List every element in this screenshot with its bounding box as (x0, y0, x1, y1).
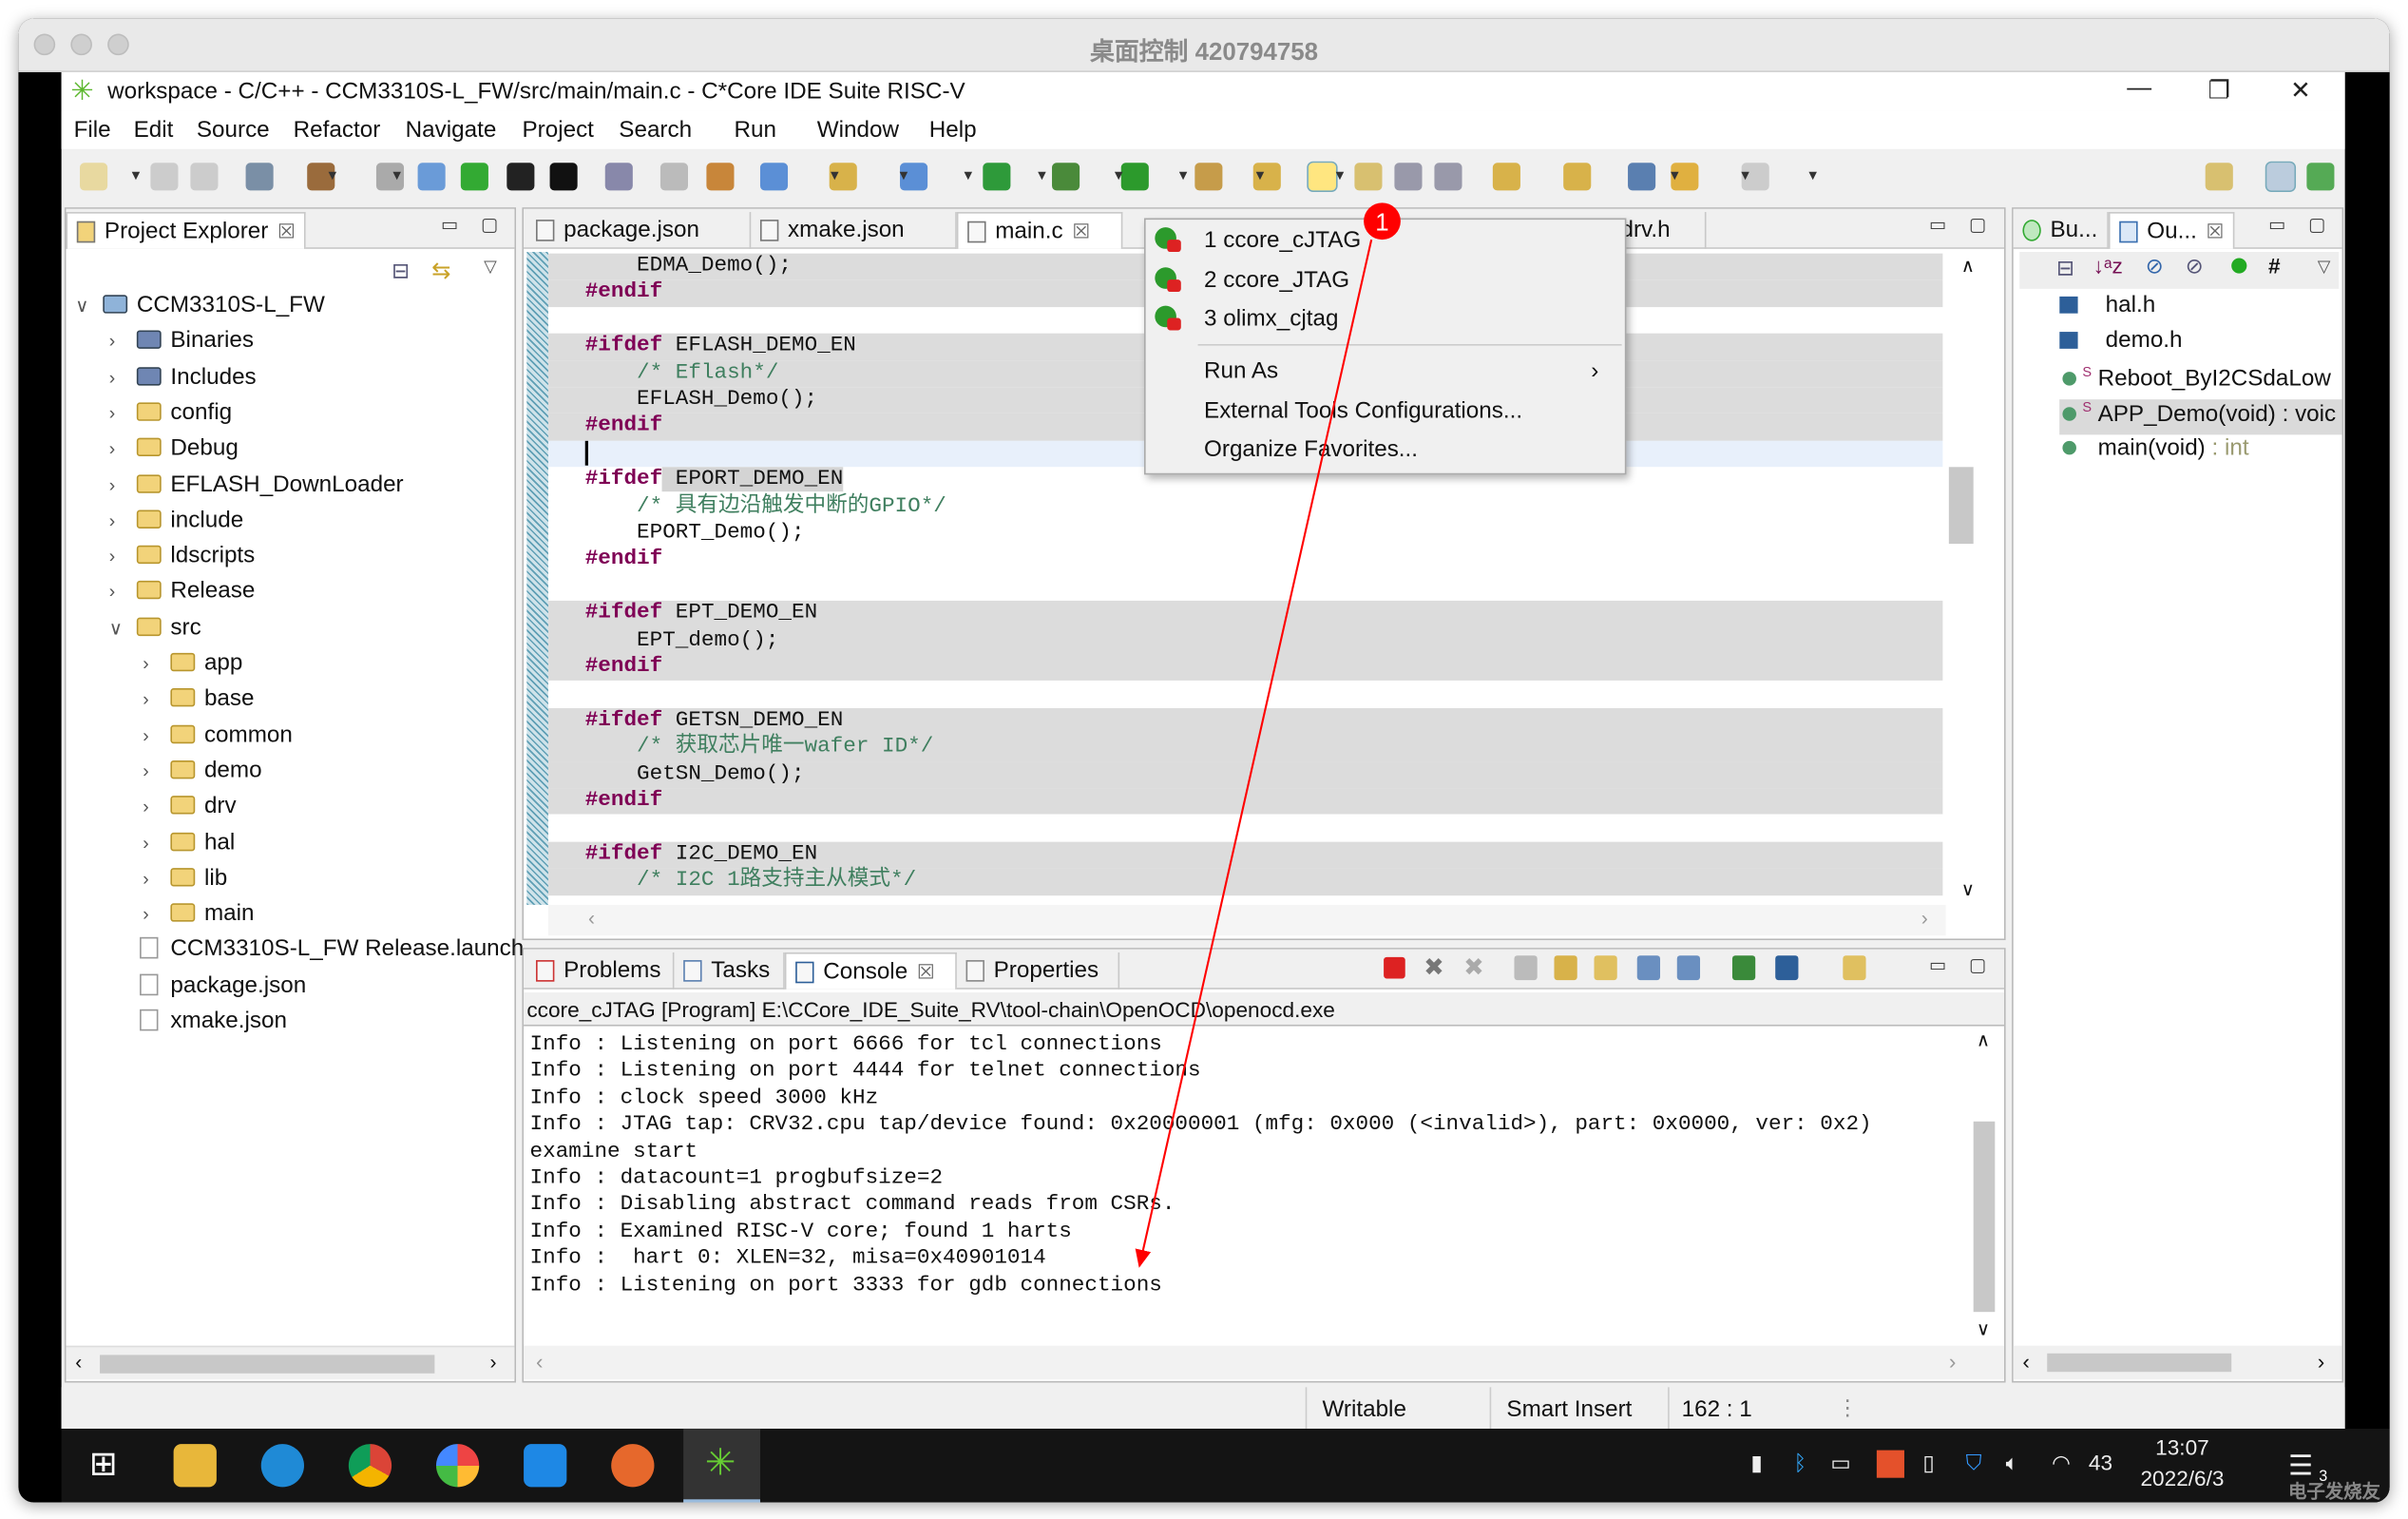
watermark: 电子发烧友 (2287, 1480, 2380, 1503)
screen: 桌面控制 420794758 ✳ workspace - C/C++ - CCM… (0, 0, 2408, 1519)
annotation-overlay: 1 (1135, 202, 1401, 1268)
annotation-arrow (1135, 239, 1373, 1268)
annotation-badge-number: 1 (1375, 209, 1388, 236)
